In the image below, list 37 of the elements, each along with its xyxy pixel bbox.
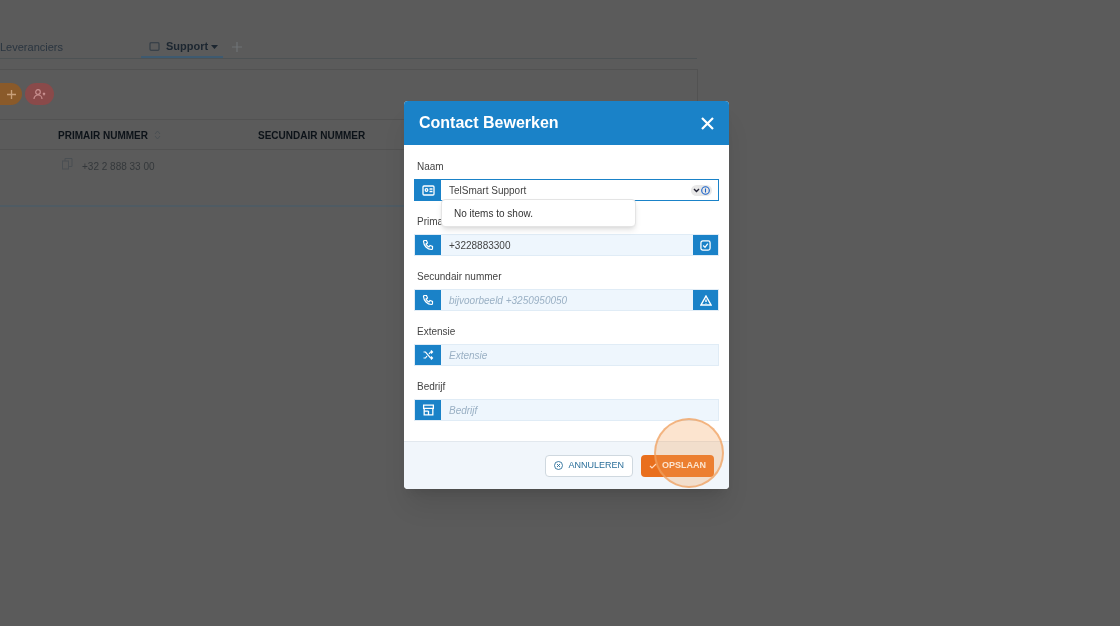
warning-icon	[699, 294, 712, 306]
field-label: Naam	[416, 160, 445, 174]
input-field[interactable]: Extensie	[441, 345, 718, 365]
input-group[interactable]: Bedrijf	[414, 399, 719, 421]
input-field[interactable]: TelSmart Support	[441, 180, 691, 200]
input-group[interactable]: bijvoorbeeld +3250950050	[414, 289, 719, 311]
dialog-title: Contact Bewerken	[419, 113, 559, 133]
input-field[interactable]: +3228883300	[441, 235, 693, 255]
cancel-button[interactable]: ANNULEREN	[545, 454, 633, 477]
field-label: Extensie	[416, 325, 457, 339]
toggle-icons[interactable]	[691, 184, 712, 196]
phone-icon	[422, 239, 434, 251]
info-icon	[701, 185, 710, 195]
chevron-icon	[693, 187, 700, 193]
dropdown-message: No items to show.	[454, 206, 533, 221]
field-label: Secundair nummer	[416, 270, 503, 284]
remove-user-button[interactable]	[25, 83, 54, 105]
field-label: Bedrijf	[416, 380, 447, 394]
suffix-button[interactable]	[693, 290, 718, 310]
checkbox-icon	[700, 239, 711, 251]
suffix-button[interactable]	[693, 235, 718, 255]
caret-icon[interactable]	[211, 45, 218, 49]
plus-icon	[7, 89, 16, 99]
phone-icon	[422, 294, 434, 306]
store-icon	[421, 404, 435, 416]
user-icon	[33, 88, 46, 100]
input-group[interactable]: Extensie	[414, 344, 719, 366]
close-circle-icon	[554, 461, 564, 470]
column-header: PRIMAIR NUMMER	[58, 129, 148, 143]
input-group[interactable]: TelSmart Support	[414, 179, 719, 201]
check-icon	[649, 462, 657, 469]
close-icon[interactable]	[701, 116, 714, 130]
input-field[interactable]: bijvoorbeeld +3250950050	[441, 290, 693, 310]
shuffle-icon	[422, 349, 434, 361]
column-header: SECUNDAIR NUMMER	[258, 129, 366, 143]
input-field[interactable]: Bedrijf	[441, 400, 718, 420]
input-group[interactable]: +3228883300	[414, 234, 719, 256]
